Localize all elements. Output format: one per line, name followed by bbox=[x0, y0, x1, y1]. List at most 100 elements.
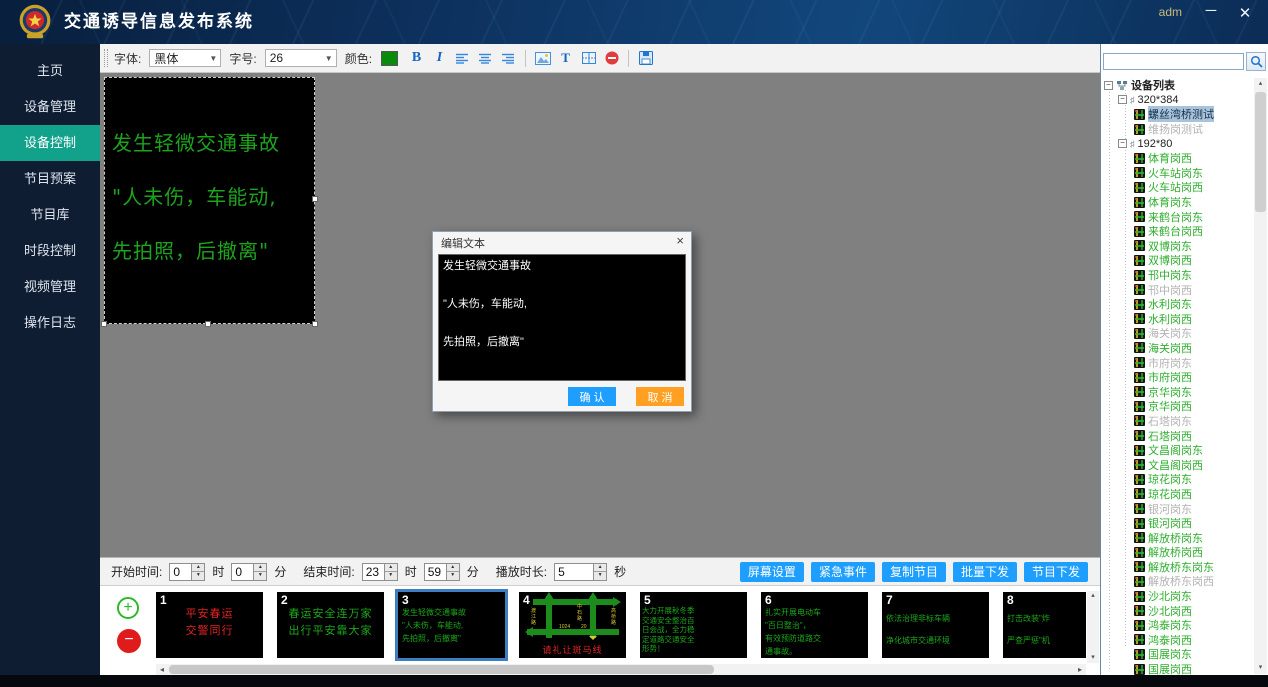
sidebar-item-4[interactable]: 节目预案 bbox=[0, 161, 100, 197]
font-size-select[interactable]: 26 ▼ bbox=[265, 49, 337, 67]
scroll-up-icon[interactable]: ▴ bbox=[1087, 591, 1099, 601]
sidebar-item-5[interactable]: 节目库 bbox=[0, 197, 100, 233]
scroll-left-icon[interactable]: ◂ bbox=[156, 664, 168, 675]
tree-leaf-来鹤台岗东[interactable]: 来鹤台岗东 bbox=[1101, 209, 1254, 224]
tree-leaf-水利岗西[interactable]: 水利岗西 bbox=[1101, 312, 1254, 327]
save-button[interactable] bbox=[636, 49, 655, 68]
tree-leaf-京华岗东[interactable]: 京华岗东 bbox=[1101, 384, 1254, 399]
tree-leaf-银河岗东[interactable]: 银河岗东 bbox=[1101, 501, 1254, 516]
tree-leaf-国展岗东[interactable]: 国展岗东 bbox=[1101, 647, 1254, 662]
tree-leaf-文昌阁岗西[interactable]: 文昌阁岗西 bbox=[1101, 457, 1254, 472]
end-hour-stepper[interactable]: 23 ▲▼ bbox=[362, 563, 398, 581]
tree-group-192*80[interactable]: −♯192*80 bbox=[1101, 136, 1254, 151]
remove-frame-button[interactable]: − bbox=[117, 629, 141, 653]
close-button[interactable]: ✕ bbox=[1234, 4, 1256, 22]
start-hour-stepper[interactable]: 0 ▲▼ bbox=[169, 563, 205, 581]
tree-expander-icon[interactable]: − bbox=[1118, 139, 1127, 148]
tree-leaf-沙北岗东[interactable]: 沙北岗东 bbox=[1101, 589, 1254, 604]
action-button-屏幕设置[interactable]: 屏幕设置 bbox=[740, 562, 804, 582]
confirm-button[interactable]: 确 认 bbox=[568, 387, 616, 406]
resize-handle-bottom-right[interactable] bbox=[312, 321, 318, 327]
cancel-button[interactable]: 取 消 bbox=[636, 387, 684, 406]
tree-leaf-来鹤台岗西[interactable]: 来鹤台岗西 bbox=[1101, 224, 1254, 239]
tree-leaf-解放桥岗东[interactable]: 解放桥岗东 bbox=[1101, 530, 1254, 545]
sidebar-item-2[interactable]: 设备管理 bbox=[0, 89, 100, 125]
tree-leaf-海关岗西[interactable]: 海关岗西 bbox=[1101, 341, 1254, 356]
tree-leaf-体育岗东[interactable]: 体育岗东 bbox=[1101, 195, 1254, 210]
delete-item-button[interactable] bbox=[602, 49, 621, 68]
tree-leaf-体育岗西[interactable]: 体育岗西 bbox=[1101, 151, 1254, 166]
scrollbar-thumb[interactable] bbox=[1255, 92, 1266, 212]
vertical-scrollbar[interactable]: ▴ ▾ bbox=[1087, 591, 1099, 663]
sidebar-item-1[interactable]: 主页 bbox=[0, 53, 100, 89]
scrollbar-thumb[interactable] bbox=[169, 665, 714, 674]
duration-stepper[interactable]: 5 ▲▼ bbox=[554, 563, 607, 581]
tree-root-设备列表[interactable]: −设备列表 bbox=[1101, 78, 1254, 93]
tree-group-320*384[interactable]: −♯320*384 bbox=[1101, 93, 1254, 108]
tree-leaf-邗中岗西[interactable]: 邗中岗西 bbox=[1101, 282, 1254, 297]
dialog-textarea[interactable]: 发生轻微交通事故 "人未伤，车能动, 先拍照，后撤离" bbox=[438, 254, 686, 381]
playlist-thumbnail-5[interactable]: 5大力开展秋冬季交通安全整治百日会战，全力稳定道路交通安全形势！ bbox=[640, 592, 747, 658]
playlist-thumbnail-1[interactable]: 1平安春运交警同行 bbox=[156, 592, 263, 658]
playlist-thumbnail-8[interactable]: 8打击改装"炸严查严惩"机 bbox=[1003, 592, 1086, 658]
align-left-button[interactable] bbox=[453, 49, 472, 68]
tree-expander-icon[interactable]: − bbox=[1104, 81, 1113, 90]
align-center-button[interactable] bbox=[476, 49, 495, 68]
tree-leaf-火车站岗西[interactable]: 火车站岗西 bbox=[1101, 180, 1254, 195]
tree-leaf-海关岗东[interactable]: 海关岗东 bbox=[1101, 326, 1254, 341]
led-preview[interactable]: 发生轻微交通事故"人未伤，车能动,先拍照，后撤离" bbox=[104, 77, 315, 324]
tree-leaf-螺丝湾桥测试[interactable]: 螺丝湾桥测试 bbox=[1101, 107, 1254, 122]
resize-handle-bottom-left[interactable] bbox=[101, 321, 107, 327]
playlist-thumbnail-6[interactable]: 6扎实开展电动车"百日整治"，有效预防道路交通事故。 bbox=[761, 592, 868, 658]
tree-leaf-银河岗西[interactable]: 银河岗西 bbox=[1101, 516, 1254, 531]
stepper-arrows[interactable]: ▲▼ bbox=[253, 564, 266, 580]
resize-handle-bottom-center[interactable] bbox=[205, 321, 211, 327]
bold-button[interactable]: B bbox=[407, 49, 426, 68]
sidebar-item-3[interactable]: 设备控制 bbox=[0, 125, 100, 161]
tree-leaf-双博岗东[interactable]: 双博岗东 bbox=[1101, 239, 1254, 254]
tree-leaf-邗中岗东[interactable]: 邗中岗东 bbox=[1101, 268, 1254, 283]
color-swatch[interactable] bbox=[381, 51, 398, 66]
layout-grid-button[interactable] bbox=[579, 49, 598, 68]
user-name[interactable]: adm bbox=[1159, 5, 1182, 19]
playlist-thumbnail-3[interactable]: 3发生轻微交通事故"人未伤，车能动,先拍照，后撤离" bbox=[398, 592, 505, 658]
tree-leaf-石塔岗西[interactable]: 石塔岗西 bbox=[1101, 428, 1254, 443]
tree-leaf-解放桥岗西[interactable]: 解放桥岗西 bbox=[1101, 545, 1254, 560]
tree-leaf-京华岗西[interactable]: 京华岗西 bbox=[1101, 399, 1254, 414]
tree-leaf-鸿泰岗西[interactable]: 鸿泰岗西 bbox=[1101, 633, 1254, 648]
add-frame-button[interactable]: + bbox=[117, 597, 139, 619]
tree-leaf-水利岗东[interactable]: 水利岗东 bbox=[1101, 297, 1254, 312]
align-right-button[interactable] bbox=[499, 49, 518, 68]
tree-leaf-维扬岗测试[interactable]: 维扬岗测试 bbox=[1101, 122, 1254, 137]
start-minute-stepper[interactable]: 0 ▲▼ bbox=[231, 563, 267, 581]
design-canvas[interactable]: 发生轻微交通事故"人未伤，车能动,先拍照，后撤离" 编辑文本 × 发生轻微交通事… bbox=[100, 73, 1100, 557]
sidebar-item-8[interactable]: 操作日志 bbox=[0, 305, 100, 341]
panel-scrollbar[interactable]: ▴ ▾ bbox=[1254, 78, 1267, 674]
stepper-arrows[interactable]: ▲▼ bbox=[191, 564, 204, 580]
playlist-thumbnail-4[interactable]: 4渡江路中石路高桥路102420请礼让斑马线 bbox=[519, 592, 626, 658]
stepper-arrows[interactable]: ▲▼ bbox=[446, 564, 459, 580]
tree-leaf-鸿泰岗东[interactable]: 鸿泰岗东 bbox=[1101, 618, 1254, 633]
playlist-thumbnail-2[interactable]: 2春运安全连万家出行平安靠大家 bbox=[277, 592, 384, 658]
tree-leaf-市府岗西[interactable]: 市府岗西 bbox=[1101, 370, 1254, 385]
action-button-紧急事件[interactable]: 紧急事件 bbox=[811, 562, 875, 582]
insert-text-button[interactable]: T bbox=[556, 49, 575, 68]
device-search-input[interactable] bbox=[1103, 53, 1244, 70]
action-button-复制节目[interactable]: 复制节目 bbox=[882, 562, 946, 582]
scroll-right-icon[interactable]: ▸ bbox=[1074, 664, 1086, 675]
tree-leaf-火车站岗东[interactable]: 火车站岗东 bbox=[1101, 166, 1254, 181]
sidebar-item-7[interactable]: 视频管理 bbox=[0, 269, 100, 305]
tree-leaf-解放桥东岗东[interactable]: 解放桥东岗东 bbox=[1101, 560, 1254, 575]
scroll-up-icon[interactable]: ▴ bbox=[1254, 78, 1267, 90]
resize-handle-right[interactable] bbox=[312, 196, 318, 202]
playlist-thumbnail-7[interactable]: 7依法治理非标车辆净化城市交通环境 bbox=[882, 592, 989, 658]
scroll-down-icon[interactable]: ▾ bbox=[1254, 662, 1267, 674]
tree-leaf-解放桥东岗西[interactable]: 解放桥东岗西 bbox=[1101, 574, 1254, 589]
tree-leaf-文昌阁岗东[interactable]: 文昌阁岗东 bbox=[1101, 443, 1254, 458]
sidebar-item-6[interactable]: 时段控制 bbox=[0, 233, 100, 269]
font-family-select[interactable]: 黑体 ▼ bbox=[149, 49, 221, 67]
scroll-down-icon[interactable]: ▾ bbox=[1087, 653, 1099, 663]
tree-leaf-双博岗西[interactable]: 双博岗西 bbox=[1101, 253, 1254, 268]
insert-image-button[interactable] bbox=[533, 49, 552, 68]
search-button[interactable] bbox=[1246, 52, 1266, 71]
